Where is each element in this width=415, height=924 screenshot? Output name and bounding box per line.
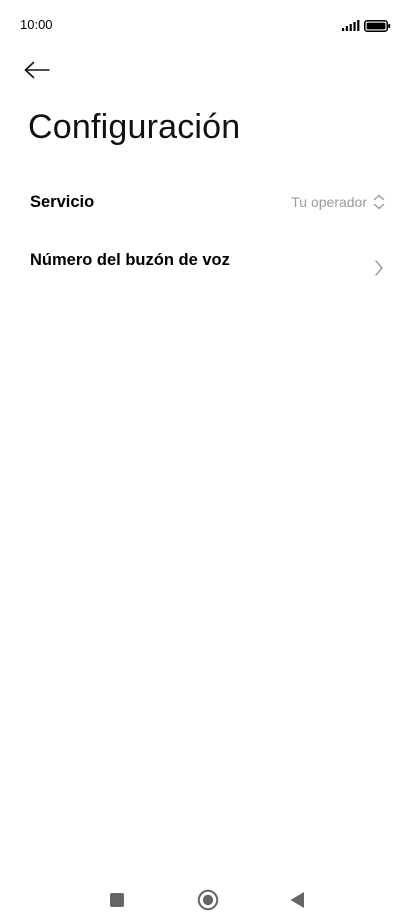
service-setting-row[interactable]: Servicio Tu operador: [0, 180, 415, 226]
signal-icon: [342, 20, 360, 31]
battery-icon: [364, 20, 391, 32]
square-icon[interactable]: [110, 893, 124, 907]
up-down-chevron-icon: [373, 194, 385, 210]
triangle-back-icon[interactable]: [289, 891, 305, 909]
chevron-right-icon: [375, 260, 383, 276]
voicemail-number-row[interactable]: Número del buzón de voz: [0, 232, 415, 302]
status-time: 10:00: [20, 17, 53, 32]
navigation-bar: [0, 880, 415, 920]
page-title: Configuración: [28, 108, 241, 146]
circle-icon[interactable]: [197, 889, 219, 911]
voicemail-number-label: Número del buzón de voz: [30, 251, 230, 269]
service-value: Tu operador: [291, 194, 367, 210]
back-button[interactable]: [24, 55, 60, 85]
service-label: Servicio: [30, 193, 95, 211]
arrow-left-icon: [24, 61, 50, 79]
status-bar: 10:00: [0, 0, 415, 50]
